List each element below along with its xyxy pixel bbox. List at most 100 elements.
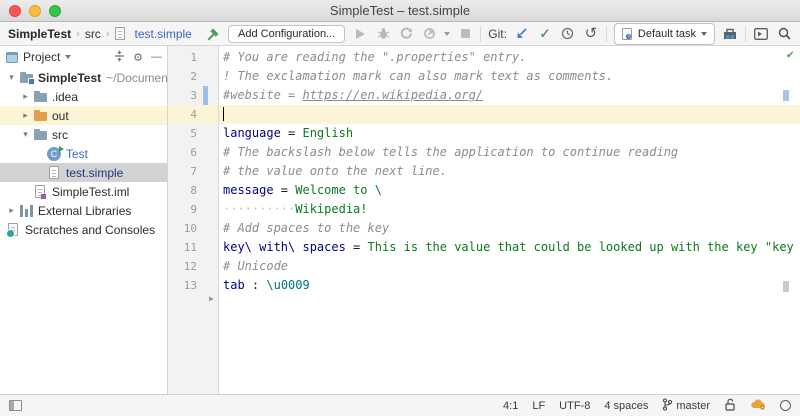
tree-item-simpletest[interactable]: ▾SimpleTest~/Documen [0,68,167,87]
editor[interactable]: ▶ 12345678910111213 # You are reading th… [168,46,800,394]
line-number-12: 12 [168,257,218,276]
line-number-9: 9 [168,200,218,219]
code-token: = [274,183,296,197]
code-line-9[interactable]: ··········Wikipedia! [219,200,800,219]
run-anything-icon[interactable] [753,26,769,42]
code-line-8[interactable]: message = Welcome to \ [219,181,800,200]
chevron-down-icon[interactable]: ▾ [19,129,32,140]
close-button[interactable] [9,5,21,17]
code-line-1[interactable]: # You are reading the ".properties" entr… [219,48,800,67]
code-token: message [223,183,274,197]
tree-item--idea[interactable]: ▸.idea [0,87,167,106]
code-token: This is the value that could be looked u… [368,240,800,254]
tree-item-external-libraries[interactable]: ▸External Libraries [0,201,167,220]
window-title: SimpleTest – test.simple [0,3,800,18]
tree-item-label: Test [66,147,88,161]
line-number-2: 2 [168,67,218,86]
coverage-icon[interactable] [398,26,414,42]
git-update-icon[interactable] [514,26,530,42]
library-icon [18,203,34,219]
tree-item-label: test.simple [66,166,123,180]
line-number-13: 13 [168,276,218,295]
collapse-all-icon[interactable] [114,50,125,65]
code-line-4[interactable] [219,105,800,124]
indent-widget[interactable]: 4 spaces [604,400,648,412]
titlebar[interactable]: SimpleTest – test.simple [0,0,800,22]
vcs-changed-line-marker[interactable] [203,86,208,105]
tree-item-scratches-and-consoles[interactable]: Scratches and Consoles [0,220,167,239]
stripe-changed-marker[interactable] [783,90,789,101]
chevron-right-icon[interactable]: ▸ [19,91,32,102]
code-line-6[interactable]: # The backslash below tells the applicat… [219,143,800,162]
encoding-widget[interactable]: UTF-8 [559,400,590,412]
code-line-12[interactable]: # Unicode [219,257,800,276]
line-number-1: 1 [168,48,218,67]
gear-icon[interactable]: ⚙ [133,51,143,64]
line-number-5: 5 [168,124,218,143]
code-line-13[interactable]: tab : \u0009 [219,276,800,295]
code-token: # Add spaces to the key [223,221,389,235]
stripe-marker[interactable] [783,281,789,292]
caret-position-widget[interactable]: 4:1 [503,400,518,412]
unlock-icon[interactable] [724,398,736,414]
git-commit-check-icon[interactable]: ✓ [537,26,553,42]
toolbox-icon[interactable] [722,26,738,42]
folder-excluded-icon [32,108,48,124]
code-token: \u0009 [266,278,309,292]
toolwindow-toggle-icon[interactable] [9,400,22,411]
line-ending-widget[interactable]: LF [532,400,545,412]
code-line-10[interactable]: # Add spaces to the key [219,219,800,238]
stop-icon[interactable] [457,26,473,42]
tree-item-test[interactable]: C Test [0,144,167,163]
breadcrumb-src[interactable]: src [85,27,101,41]
chevron-down-icon[interactable] [65,55,71,59]
search-icon[interactable] [776,26,792,42]
profiler-icon[interactable] [421,26,437,42]
code-line-7[interactable]: # the value onto the next line. [219,162,800,181]
chevron-right-icon[interactable]: ▸ [5,205,18,216]
code-line-2[interactable]: ! The exclamation mark can also mark tex… [219,67,800,86]
breadcrumb-file[interactable]: test.simple [114,26,191,42]
event-log-icon[interactable] [780,400,791,411]
code-token: tab [223,278,245,292]
task-selector[interactable]: ? Default task [614,23,715,45]
sync-cloud-icon[interactable] [750,398,766,413]
project-tree: ▾SimpleTest~/Documen▸.idea▸out▾src C Test t… [0,68,167,239]
code-line-5[interactable]: language = English [219,124,800,143]
code-token: key\ with\ spaces [223,240,346,254]
line-number-7: 7 [168,162,218,181]
code-token: language [223,126,281,140]
code-line-3[interactable]: #website = https://en.wikipedia.org/ [219,86,800,105]
traffic-lights [9,5,61,17]
build-hammer-icon[interactable] [205,26,221,42]
history-clock-icon[interactable] [560,26,576,42]
chevron-down-icon [701,32,707,36]
zoom-button[interactable] [49,5,61,17]
chevron-down-icon[interactable]: ▾ [5,72,18,83]
code-token: # the value onto the next line. [223,164,447,178]
tree-item-simpletest-iml[interactable]: SimpleTest.iml [0,182,167,201]
tree-item-test-simple[interactable]: test.simple [0,163,167,182]
project-panel-title[interactable]: Project [23,50,60,64]
project-panel-header: Project ⚙ — [0,46,167,68]
chevron-right-icon[interactable]: ▸ [19,110,32,121]
code-area[interactable]: # You are reading the ".properties" entr… [219,46,800,394]
rollback-icon[interactable]: ↺ [583,26,599,42]
hide-panel-icon[interactable]: — [151,51,162,63]
fold-indicator-icon[interactable]: ▶ [209,295,214,303]
line-number-6: 6 [168,143,218,162]
class-icon: C [46,146,62,162]
tree-item-out[interactable]: ▸out [0,106,167,125]
inspection-status-ok-icon[interactable]: ✔ [787,47,794,61]
scratches-icon [5,222,21,238]
add-configuration-button[interactable]: Add Configuration... [228,25,345,43]
minimize-button[interactable] [29,5,41,17]
profiler-dropdown-icon[interactable] [444,32,450,36]
tree-item-src[interactable]: ▾src [0,125,167,144]
toolbar-divider [606,26,607,42]
debug-icon[interactable] [375,26,391,42]
run-icon[interactable] [352,26,368,42]
code-line-11[interactable]: key\ with\ spaces = This is the value th… [219,238,800,257]
breadcrumb-project[interactable]: SimpleTest [8,27,71,41]
git-branch-widget[interactable]: master [662,398,710,414]
